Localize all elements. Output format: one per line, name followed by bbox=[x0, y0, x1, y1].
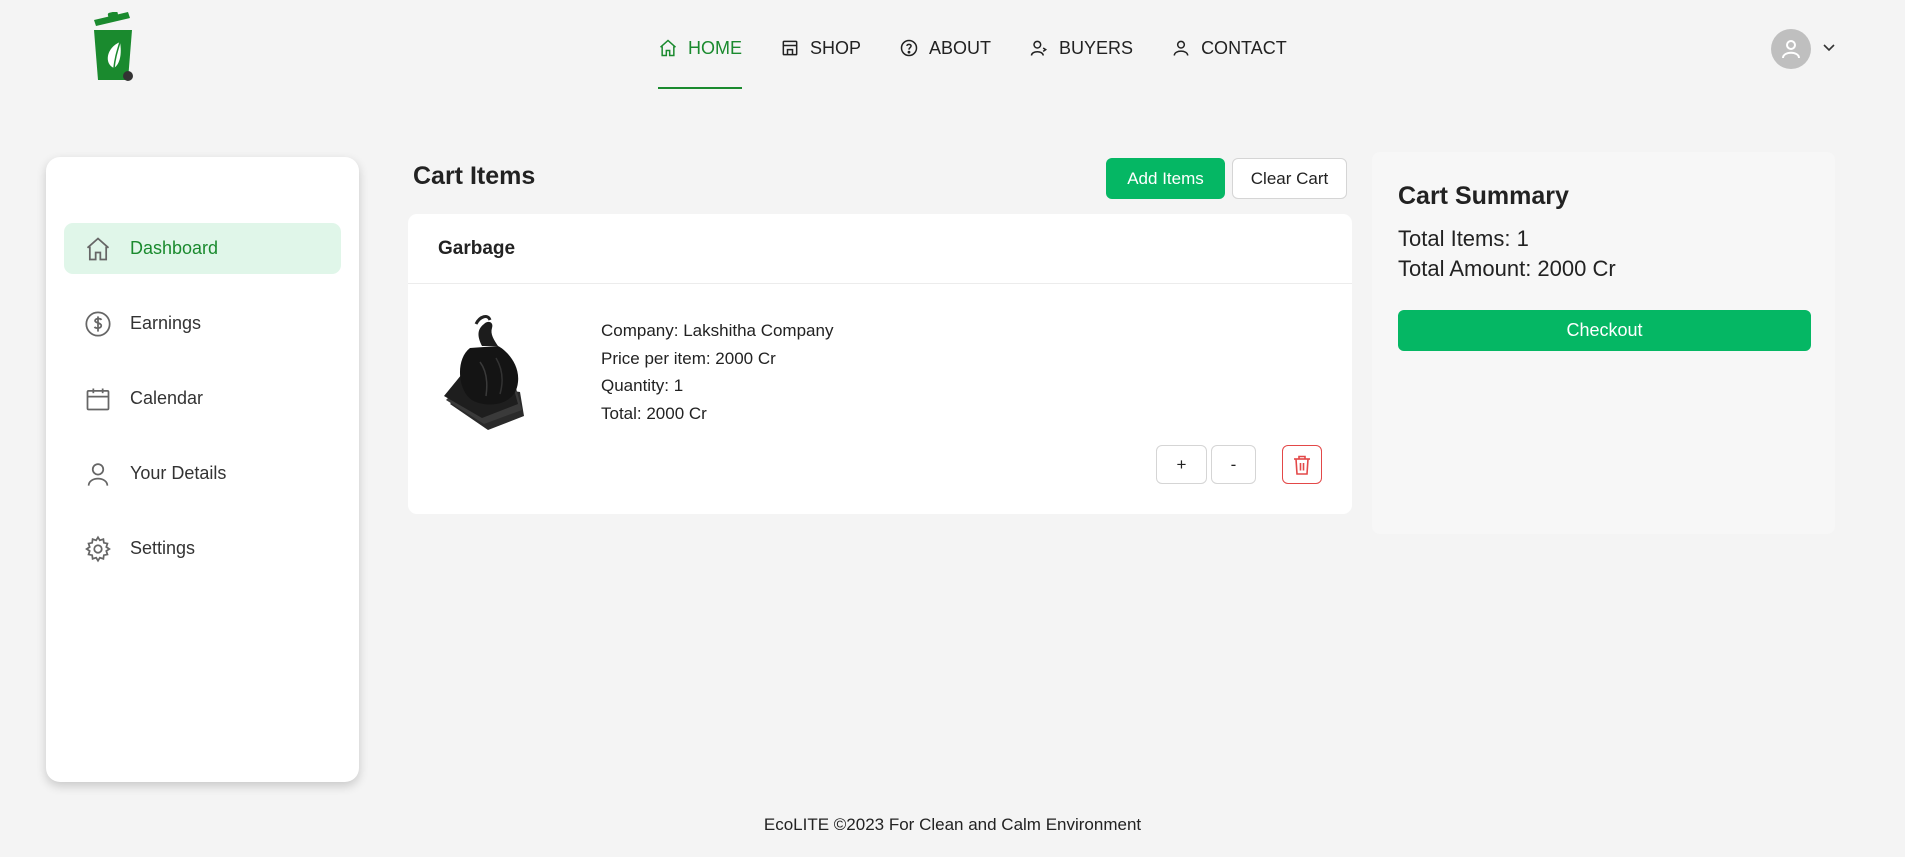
nav-shop-label: SHOP bbox=[810, 37, 862, 58]
sidebar-item-settings[interactable]: Settings bbox=[64, 523, 341, 574]
nav-home-label: HOME bbox=[688, 37, 742, 58]
chevron-down-icon[interactable] bbox=[1821, 39, 1837, 60]
main-nav: HOME SHOP ABOUT BUYERS CONTACT bbox=[658, 30, 1325, 89]
nav-about[interactable]: ABOUT bbox=[899, 30, 991, 66]
user-contact-icon bbox=[1173, 40, 1189, 56]
shop-icon bbox=[782, 40, 798, 56]
trash-icon bbox=[1294, 455, 1310, 475]
item-price: Price per item: 2000 Cr bbox=[601, 348, 776, 368]
sidebar: Dashboard Earnings Calendar Your Details… bbox=[46, 157, 359, 782]
home-icon bbox=[660, 39, 676, 57]
home-icon bbox=[86, 236, 110, 260]
sidebar-item-label: Your Details bbox=[130, 463, 227, 483]
item-total: Total: 2000 Cr bbox=[601, 403, 707, 423]
user-icon bbox=[87, 462, 109, 486]
sidebar-item-your-details[interactable]: Your Details bbox=[64, 448, 341, 499]
cart-item-name: Garbage bbox=[408, 214, 1352, 284]
calendar-icon bbox=[86, 388, 110, 410]
dollar-icon bbox=[85, 310, 111, 337]
increase-quantity-button[interactable]: + bbox=[1156, 445, 1207, 484]
cart-summary-title: Cart Summary bbox=[1398, 182, 1569, 210]
sidebar-item-label: Dashboard bbox=[130, 238, 219, 258]
nav-contact-label: CONTACT bbox=[1201, 37, 1287, 58]
total-items: Total Items: 1 bbox=[1398, 226, 1529, 251]
top-header: HOME SHOP ABOUT BUYERS CONTACT bbox=[0, 0, 1905, 95]
cart-item-details: Company: Lakshitha Company Price per ite… bbox=[601, 317, 833, 427]
avatar[interactable] bbox=[1771, 29, 1811, 69]
nav-contact[interactable]: CONTACT bbox=[1171, 30, 1287, 66]
eco-trash-bin-logo[interactable] bbox=[88, 12, 140, 84]
cart-title: Cart Items bbox=[413, 162, 536, 190]
delete-item-button[interactable] bbox=[1282, 445, 1322, 484]
sidebar-item-label: Earnings bbox=[130, 313, 202, 333]
gear-icon bbox=[85, 535, 111, 562]
nav-buyers-label: BUYERS bbox=[1059, 37, 1134, 58]
decrease-quantity-button[interactable]: - bbox=[1211, 445, 1256, 484]
add-items-button[interactable]: Add Items bbox=[1106, 158, 1225, 199]
user-menu[interactable] bbox=[1771, 29, 1837, 69]
user-avatar-icon bbox=[1782, 40, 1800, 59]
item-quantity: Quantity: 1 bbox=[601, 376, 684, 395]
sidebar-item-dashboard[interactable]: Dashboard bbox=[64, 223, 341, 274]
garbage-bag-image bbox=[444, 315, 524, 430]
checkout-button[interactable]: Checkout bbox=[1398, 310, 1811, 351]
footer-text: EcoLITE ©2023 For Clean and Calm Environ… bbox=[763, 815, 1142, 834]
sidebar-item-label: Settings bbox=[130, 538, 196, 558]
total-amount: Total Amount: 2000 Cr bbox=[1398, 256, 1616, 281]
sidebar-item-calendar[interactable]: Calendar bbox=[64, 373, 341, 424]
item-company: Company: Lakshitha Company bbox=[601, 321, 834, 340]
sidebar-item-label: Calendar bbox=[130, 388, 204, 408]
clear-cart-button[interactable]: Clear Cart bbox=[1232, 158, 1347, 199]
sidebar-item-earnings[interactable]: Earnings bbox=[64, 298, 341, 349]
help-circle-icon bbox=[900, 39, 918, 57]
cart-summary: Cart Summary Total Items: 1 Total Amount… bbox=[1372, 152, 1835, 534]
nav-buyers[interactable]: BUYERS bbox=[1029, 30, 1133, 66]
nav-home[interactable]: HOME bbox=[658, 30, 742, 89]
cart-item-card: Garbage Company: Lakshitha Company Price… bbox=[408, 214, 1352, 514]
nav-about-label: ABOUT bbox=[929, 37, 992, 58]
nav-shop[interactable]: SHOP bbox=[780, 30, 861, 66]
user-buyers-icon bbox=[1030, 40, 1048, 56]
